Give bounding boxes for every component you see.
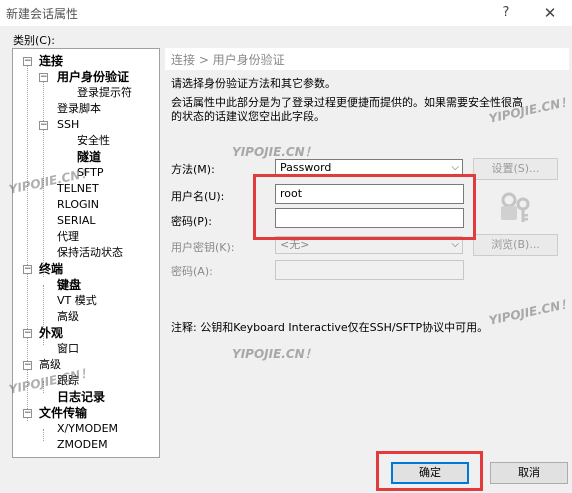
browse-button[interactable]: 浏览(B)... bbox=[473, 234, 558, 256]
cancel-button[interactable]: 取消 bbox=[490, 462, 568, 484]
tree-line bbox=[43, 285, 44, 329]
tree-item-security[interactable]: 安全性 bbox=[77, 133, 110, 149]
tree-item-file-transfer[interactable]: 文件传输 bbox=[39, 405, 87, 421]
highlight-box-credentials bbox=[253, 174, 476, 240]
intro-text-line3: 的状态的话建议您空出此字段。 bbox=[171, 110, 325, 123]
note-text: 注释: 公钥和Keyboard Interactive仅在SSH/SFTP协议中… bbox=[171, 321, 489, 334]
tree-expander-icon[interactable]: − bbox=[23, 361, 32, 370]
tree-item-keepalive[interactable]: 保持活动状态 bbox=[57, 245, 123, 261]
settings-button[interactable]: 设置(S)... bbox=[473, 158, 558, 180]
tree-item-connection[interactable]: 连接 bbox=[39, 53, 63, 69]
tree-item-ssh[interactable]: SSH bbox=[57, 117, 79, 133]
key-lock-icon bbox=[501, 192, 530, 222]
tree-item-appearance[interactable]: 外观 bbox=[39, 325, 63, 341]
tree-expander-icon[interactable]: − bbox=[39, 121, 48, 130]
tree-item-advanced[interactable]: 高级 bbox=[39, 357, 61, 373]
username-label: 用户名(U): bbox=[171, 190, 225, 203]
tree-expander-icon[interactable]: − bbox=[23, 329, 32, 338]
password-label: 密码(P): bbox=[171, 215, 212, 228]
tree-item-terminal[interactable]: 终端 bbox=[39, 261, 63, 277]
title-bar: 新建会话属性 ? ✕ bbox=[0, 0, 572, 26]
tree-item-rlogin[interactable]: RLOGIN bbox=[57, 197, 99, 213]
chevron-down-icon: ⌵ bbox=[451, 239, 459, 250]
panel-breadcrumb: 连接 > 用户身份验证 bbox=[165, 48, 569, 70]
tree-item-zmodem[interactable]: ZMODEM bbox=[57, 437, 108, 453]
passphrase-label: 密码(A): bbox=[171, 265, 213, 278]
tree-item-login-script[interactable]: 登录脚本 bbox=[57, 101, 101, 117]
tree-item-user-auth[interactable]: 用户身份验证 bbox=[57, 69, 129, 85]
tree-item-login-prompts[interactable]: 登录提示符 bbox=[77, 85, 132, 101]
tree-item-sftp[interactable]: SFTP bbox=[77, 165, 103, 181]
window-title: 新建会话属性 bbox=[6, 7, 79, 21]
tree-line bbox=[43, 429, 44, 441]
help-button[interactable]: ? bbox=[493, 2, 519, 24]
tree-expander-icon[interactable]: − bbox=[23, 57, 32, 66]
close-button[interactable]: ✕ bbox=[537, 2, 563, 24]
tree-expander-icon[interactable]: − bbox=[23, 265, 32, 274]
category-tree[interactable]: − 连接 − 用户身份验证 登录提示符 登录脚本 − SSH 安全性 隧道 SF… bbox=[12, 48, 160, 458]
tree-item-window[interactable]: 窗口 bbox=[57, 341, 79, 357]
tree-item-trace[interactable]: 跟踪 bbox=[57, 373, 79, 389]
tree-expander-icon[interactable]: − bbox=[23, 409, 32, 418]
tree-line bbox=[43, 381, 44, 393]
tree-expander-icon[interactable]: − bbox=[39, 73, 48, 82]
intro-text: 请选择身份验证方法和其它参数。 bbox=[171, 77, 336, 90]
passphrase-field[interactable] bbox=[275, 260, 464, 280]
tree-line bbox=[43, 77, 44, 277]
settings-panel: 连接 > 用户身份验证 请选择身份验证方法和其它参数。 会话属性中此部分是为了登… bbox=[165, 48, 569, 458]
userkey-label: 用户密钥(K): bbox=[171, 241, 235, 254]
chevron-down-icon: ⌵ bbox=[451, 162, 459, 173]
tree-item-proxy[interactable]: 代理 bbox=[57, 229, 79, 245]
tree-item-tunnel[interactable]: 隧道 bbox=[77, 149, 101, 165]
tree-item-telnet[interactable]: TELNET bbox=[57, 181, 99, 197]
tree-item-keyboard[interactable]: 键盘 bbox=[57, 277, 81, 293]
tree-item-logging[interactable]: 日志记录 bbox=[57, 389, 105, 405]
tree-item-xymodem[interactable]: X/YMODEM bbox=[57, 421, 118, 437]
method-label: 方法(M): bbox=[171, 163, 215, 176]
tree-item-vt-mode[interactable]: VT 模式 bbox=[57, 293, 97, 309]
category-label: 类别(C): bbox=[13, 34, 55, 47]
method-value: Password bbox=[280, 161, 332, 174]
highlight-box-ok bbox=[376, 451, 483, 491]
tree-item-terminal-advanced[interactable]: 高级 bbox=[57, 309, 79, 325]
tree-item-serial[interactable]: SERIAL bbox=[57, 213, 95, 229]
